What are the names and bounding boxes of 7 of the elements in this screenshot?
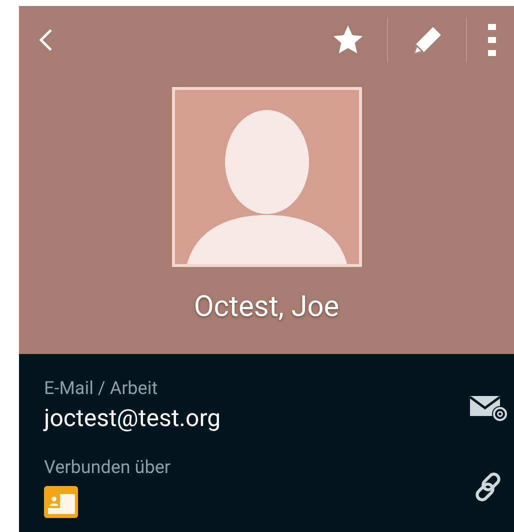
email-address[interactable]: joctest@test.org	[44, 401, 470, 435]
field-label: Verbunden über	[44, 456, 172, 480]
more-button[interactable]	[488, 24, 496, 56]
contacts-folder-icon	[44, 486, 78, 518]
contact-name: Octest, Joe	[194, 289, 340, 325]
email-icon[interactable]	[470, 396, 508, 422]
field-label: E-Mail / Arbeit	[44, 377, 159, 401]
